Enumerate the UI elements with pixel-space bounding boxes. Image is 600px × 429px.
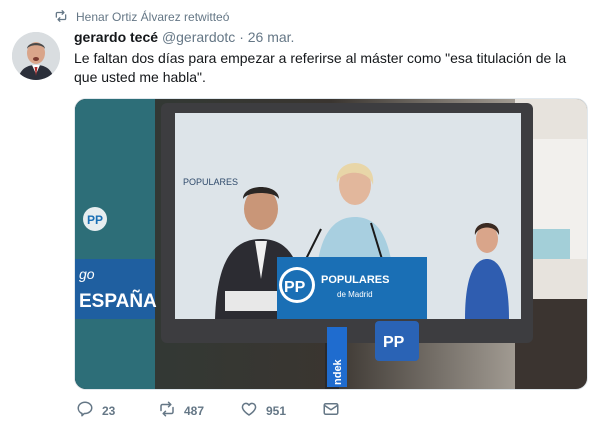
like-icon [240,400,258,421]
backdrop-label: POPULARES [183,177,238,187]
side-sign-text: PP [383,334,405,351]
header-separator: · [239,29,244,45]
left-banner-text: ESPAÑA [79,290,157,312]
retweet-context-text: Henar Ortiz Álvarez retwitteó [76,10,230,24]
light-sign-text: ndek [332,358,344,385]
message-icon [322,400,340,421]
podium-line2: de Madrid [337,290,373,299]
tweet-text: Le faltan dos días para empezar a referi… [74,50,567,85]
tweet-header: gerardo tecé @gerardotc · 26 mar. [74,29,294,45]
podium-logo: PP [284,279,306,296]
tweet-date[interactable]: 26 mar. [248,29,295,45]
reply-button[interactable]: 23 [76,400,115,421]
retweet-icon [54,9,68,26]
svg-text:PP: PP [87,213,103,227]
like-count: 951 [266,403,287,418]
author-name[interactable]: gerardo tecé [74,29,158,45]
author-handle[interactable]: @gerardotc [162,29,235,45]
retweet-icon [158,400,176,421]
retweet-button[interactable]: 487 [158,400,204,421]
tweet-photo[interactable]: go ESPAÑA PP POPULARES PP POPULARES de M… [74,98,588,390]
avatar[interactable] [12,32,60,80]
left-wall-panel [75,99,155,389]
left-banner-small-text: go [79,266,95,282]
reply-icon [76,400,94,421]
like-button[interactable]: 951 [240,400,286,421]
message-button[interactable] [322,400,340,421]
retweet-context[interactable]: Henar Ortiz Álvarez retwitteó [54,8,229,26]
reply-count: 23 [102,403,116,418]
podium-line1: POPULARES [321,274,389,286]
retweet-count: 487 [184,403,205,418]
tweet-actions: 23 487 951 [74,400,374,424]
